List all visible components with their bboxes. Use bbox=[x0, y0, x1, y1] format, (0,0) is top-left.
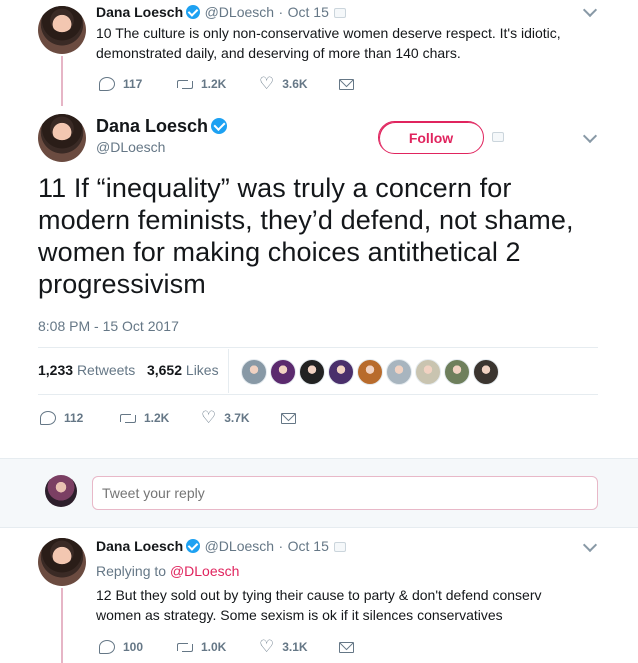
envelope-icon bbox=[339, 78, 354, 90]
replying-to-handle[interactable]: @DLoesch bbox=[170, 563, 239, 579]
like-button[interactable]: ♡ 3.6K bbox=[259, 74, 339, 93]
liker-avatar[interactable] bbox=[444, 359, 470, 385]
liker-avatar[interactable] bbox=[473, 359, 499, 385]
like-count: 3.7K bbox=[224, 411, 250, 425]
tweet-timestamp[interactable]: 8:08 PM - 15 Oct 2017 bbox=[38, 318, 179, 334]
author-handle[interactable]: @DLoesch bbox=[205, 538, 274, 554]
divider bbox=[38, 394, 598, 395]
tweet-date[interactable]: Oct 15 bbox=[288, 4, 329, 20]
chevron-down-icon[interactable] bbox=[582, 128, 598, 144]
liker-avatars bbox=[241, 359, 502, 385]
retweet-count: 1.2K bbox=[201, 77, 227, 91]
direct-message-button[interactable] bbox=[281, 412, 296, 424]
like-button[interactable]: ♡ 3.7K bbox=[201, 408, 281, 427]
reply-button[interactable]: 100 bbox=[99, 640, 177, 654]
follow-button[interactable]: Follow bbox=[378, 121, 484, 154]
verified-icon bbox=[186, 539, 201, 553]
reply-button[interactable]: 112 bbox=[40, 411, 120, 425]
tweet-text: 10 The culture is only non-conservative … bbox=[96, 23, 596, 63]
retweet-button[interactable]: 1.2K bbox=[120, 411, 201, 425]
verified-icon bbox=[186, 5, 201, 19]
reply-icon bbox=[40, 411, 56, 425]
envelope-icon bbox=[339, 641, 354, 653]
retweets-stat[interactable]: 1,233 Retweets bbox=[38, 362, 135, 378]
tweet-header: Dana Loesch @DLoesch · Oct 15 bbox=[96, 538, 346, 556]
reply-count: 117 bbox=[123, 77, 143, 91]
chevron-down-icon[interactable] bbox=[582, 2, 598, 18]
heart-icon: ♡ bbox=[201, 408, 217, 427]
verified-icon bbox=[211, 118, 228, 134]
likes-label: Likes bbox=[185, 362, 219, 378]
author-name[interactable]: Dana Loesch bbox=[96, 538, 183, 554]
avatar[interactable] bbox=[38, 538, 86, 586]
liker-avatar[interactable] bbox=[241, 359, 267, 385]
tweet-date[interactable]: Oct 15 bbox=[288, 538, 329, 554]
tweet-header: Dana Loesch @DLoesch · Oct 15 bbox=[96, 4, 346, 22]
liker-avatar[interactable] bbox=[270, 359, 296, 385]
liker-avatar[interactable] bbox=[357, 359, 383, 385]
direct-message-button[interactable] bbox=[339, 78, 354, 90]
divider bbox=[38, 347, 598, 348]
replying-to: Replying to @DLoesch bbox=[96, 563, 239, 579]
likes-total: 3,652 bbox=[146, 362, 183, 378]
like-button[interactable]: ♡ 3.1K bbox=[259, 637, 339, 656]
retweet-count: 1.0K bbox=[201, 640, 227, 654]
retweets-total: 1,233 bbox=[38, 362, 74, 378]
separator-dot: · bbox=[278, 4, 284, 20]
heart-icon: ♡ bbox=[259, 637, 275, 656]
retweet-button[interactable]: 1.0K bbox=[177, 640, 259, 654]
retweets-label: Retweets bbox=[76, 362, 136, 378]
author-handle[interactable]: @DLoesch bbox=[205, 4, 274, 20]
tweet-text-line: 12 But they sold out by tying their caus… bbox=[96, 587, 542, 603]
tweet-text-line: women as strategy. Some sexism is ok if … bbox=[96, 607, 503, 623]
user-avatar bbox=[45, 475, 77, 507]
reply-button[interactable]: 117 bbox=[99, 77, 177, 91]
reply-count: 100 bbox=[123, 640, 144, 654]
envelope-icon bbox=[281, 412, 296, 424]
retweet-icon bbox=[120, 412, 136, 424]
tweet-actions: 100 1.0K ♡ 3.1K bbox=[99, 637, 354, 656]
reply-count: 112 bbox=[64, 411, 84, 425]
direct-message-button[interactable] bbox=[339, 641, 354, 653]
reply-icon bbox=[99, 640, 115, 654]
liker-avatar[interactable] bbox=[415, 359, 441, 385]
tweet-stats: 1,233 Retweets 3,652 Likes bbox=[38, 362, 219, 378]
liker-avatar[interactable] bbox=[386, 359, 412, 385]
liker-avatar[interactable] bbox=[299, 359, 325, 385]
retweet-icon bbox=[177, 641, 193, 653]
replying-to-label: Replying to bbox=[96, 563, 167, 579]
author-name[interactable]: Dana Loesch bbox=[96, 116, 208, 136]
reply-icon bbox=[99, 77, 115, 91]
avatar[interactable] bbox=[38, 6, 86, 54]
separator-dot: · bbox=[278, 538, 284, 554]
translate-icon bbox=[333, 542, 346, 552]
likes-stat[interactable]: 3,652 Likes bbox=[147, 362, 219, 378]
main-author: Dana Loesch bbox=[96, 116, 228, 137]
heart-icon: ♡ bbox=[259, 74, 275, 93]
tweet-actions: 117 1.2K ♡ 3.6K bbox=[99, 74, 354, 93]
retweet-count: 1.2K bbox=[144, 411, 170, 425]
chevron-down-icon[interactable] bbox=[582, 537, 598, 553]
liker-avatar[interactable] bbox=[328, 359, 354, 385]
tweet-actions: 112 1.2K ♡ 3.7K bbox=[40, 408, 296, 427]
retweet-button[interactable]: 1.2K bbox=[177, 77, 259, 91]
author-handle[interactable]: @DLoesch bbox=[96, 139, 165, 155]
stats-divider bbox=[228, 349, 229, 393]
tweet-text: 12 But they sold out by tying their caus… bbox=[96, 585, 596, 625]
author-name[interactable]: Dana Loesch bbox=[96, 4, 183, 20]
translate-icon bbox=[492, 132, 504, 142]
thread-line bbox=[61, 56, 63, 106]
like-count: 3.6K bbox=[282, 77, 308, 91]
thread-line bbox=[61, 588, 63, 663]
translate-icon bbox=[333, 8, 346, 18]
reply-input[interactable] bbox=[92, 476, 598, 510]
tweet-text-line: demonstrated daily, and deserving of mor… bbox=[96, 45, 461, 61]
avatar[interactable] bbox=[38, 114, 86, 162]
like-count: 3.1K bbox=[282, 640, 308, 654]
retweet-icon bbox=[177, 78, 193, 90]
main-tweet-text: 11 If “inequality” was truly a concern f… bbox=[38, 173, 574, 299]
tweet-text-line: 10 The culture is only non-conservative … bbox=[96, 25, 561, 41]
